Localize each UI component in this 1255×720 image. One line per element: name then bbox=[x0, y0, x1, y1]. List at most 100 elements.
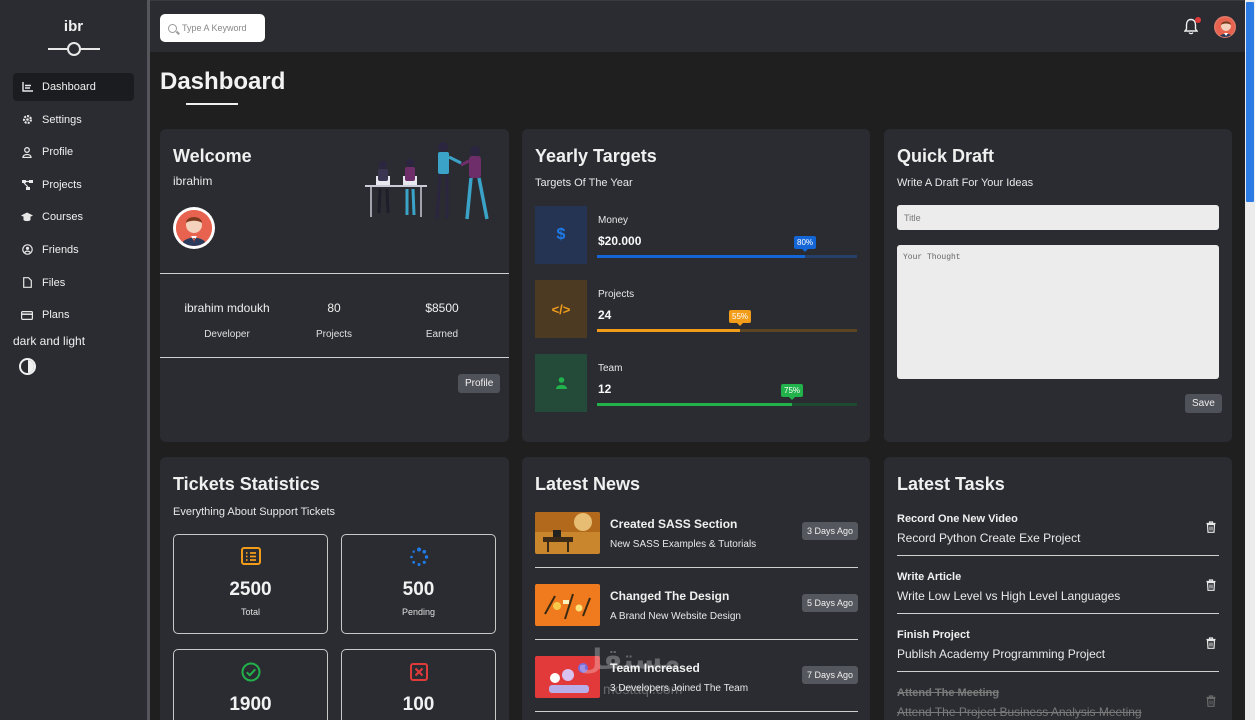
tasks-title: Latest Tasks bbox=[897, 474, 1005, 494]
bell-icon[interactable] bbox=[1183, 17, 1201, 36]
sidebar-border bbox=[147, 0, 150, 720]
stat-label: Developer bbox=[204, 329, 250, 340]
task-desc: Publish Academy Programming Project bbox=[897, 647, 1106, 661]
save-button[interactable]: Save bbox=[1185, 394, 1222, 413]
stat-value: $8500 bbox=[425, 301, 459, 315]
welcome-card: Welcome ibrahim ibrahim mdoukh Developer… bbox=[160, 129, 509, 442]
profile-button[interactable]: Profile bbox=[458, 374, 501, 393]
theme-toggle-icon[interactable] bbox=[19, 358, 36, 375]
trash-icon[interactable] bbox=[1206, 694, 1216, 707]
sidebar-item-friends[interactable]: Friends bbox=[13, 236, 134, 264]
ticket-value: 100 bbox=[402, 694, 435, 715]
trash-icon[interactable] bbox=[1206, 578, 1216, 591]
sidebar-item-label: Plans bbox=[42, 309, 70, 322]
check-circle-icon bbox=[174, 662, 327, 684]
news-divider bbox=[535, 711, 858, 712]
news-divider bbox=[535, 567, 858, 568]
target-label: Team bbox=[598, 363, 623, 374]
news-date-badge: 5 Days Ago bbox=[801, 594, 858, 612]
task-title: Record One New Video bbox=[897, 513, 1018, 525]
trash-icon[interactable] bbox=[1206, 520, 1216, 533]
file-icon bbox=[21, 277, 33, 289]
target-percent-badge: 80% bbox=[793, 236, 817, 252]
sidebar-item-profile[interactable]: Profile bbox=[13, 138, 134, 166]
sidebar-item-label: Dashboard bbox=[42, 81, 96, 93]
task-item: Write Article Write Low Level vs High Le… bbox=[897, 571, 1219, 629]
page-scrollbar[interactable] bbox=[1245, 0, 1255, 720]
target-row-projects: </> Projects 24 55% bbox=[535, 280, 858, 340]
sidebar-item-courses[interactable]: Courses bbox=[13, 203, 134, 231]
ticket-value: 2500 bbox=[229, 579, 272, 600]
task-title: Finish Project bbox=[897, 629, 970, 641]
watermark: مستقل mostaql.com bbox=[548, 635, 718, 705]
chart-line-icon bbox=[21, 81, 33, 93]
sidebar-item-label: Settings bbox=[42, 113, 82, 126]
search-box[interactable] bbox=[160, 14, 265, 42]
ticket-value: 1900 bbox=[229, 694, 272, 715]
sidebar-item-dashboard[interactable]: Dashboard bbox=[13, 73, 134, 101]
sidebar-item-files[interactable]: Files bbox=[13, 269, 134, 297]
news-title: Latest News bbox=[535, 474, 641, 494]
sidebar-item-plans[interactable]: Plans bbox=[13, 301, 134, 329]
news-item-title: Changed The Design bbox=[610, 589, 730, 603]
sidebar-item-settings[interactable]: Settings bbox=[13, 106, 134, 134]
trash-icon[interactable] bbox=[1206, 636, 1216, 649]
welcome-avatar bbox=[173, 207, 215, 249]
list-icon bbox=[174, 547, 327, 569]
logo-mark-icon bbox=[48, 42, 100, 56]
draft-text-input[interactable] bbox=[897, 245, 1219, 379]
page-title: Dashboard bbox=[160, 68, 286, 95]
news-item[interactable]: Created SASS Section New SASS Examples &… bbox=[535, 512, 858, 584]
task-desc: Attend The Project Business Analysis Mee… bbox=[897, 705, 1142, 719]
ticket-stat-closed: 1900 bbox=[173, 649, 328, 720]
ticket-label: Total bbox=[240, 607, 260, 617]
sidebar-item-label: Courses bbox=[42, 211, 83, 224]
welcome-divider-top bbox=[160, 273, 509, 274]
stat-label: Projects bbox=[315, 329, 353, 340]
ticket-label: Pending bbox=[401, 607, 436, 617]
target-value: 24 bbox=[598, 308, 612, 322]
target-value: $20.000 bbox=[598, 234, 642, 248]
sidebar-item-label: Projects bbox=[42, 178, 82, 191]
welcome-user: ibrahim bbox=[173, 174, 213, 188]
task-item: Finish Project Publish Academy Programmi… bbox=[897, 629, 1219, 687]
yearly-targets-card: Yearly Targets Targets Of The Year $ Mon… bbox=[522, 129, 870, 442]
graduation-cap-icon bbox=[21, 211, 33, 223]
draft-title: Quick Draft bbox=[897, 146, 995, 166]
target-percent-badge: 75% bbox=[780, 384, 804, 400]
scrollbar-thumb[interactable] bbox=[1246, 2, 1254, 202]
topbar bbox=[150, 0, 1245, 52]
ticket-stat-deleted: 100 bbox=[341, 649, 496, 720]
credit-card-icon bbox=[21, 309, 33, 321]
diagram-project-icon bbox=[21, 179, 33, 191]
target-row-money: $ Money $20.000 80% bbox=[535, 206, 858, 266]
code-icon: </> bbox=[535, 280, 587, 338]
stat-label: Earned bbox=[425, 329, 459, 340]
team-illustration bbox=[363, 141, 503, 223]
target-percent-badge: 55% bbox=[728, 310, 752, 326]
target-progress-fill bbox=[597, 403, 792, 406]
sidebar-item-projects[interactable]: Projects bbox=[13, 171, 134, 199]
user-icon bbox=[535, 354, 587, 412]
search-input[interactable] bbox=[182, 23, 262, 33]
news-item-desc: A Brand New Website Design bbox=[610, 611, 741, 622]
target-row-team: Team 12 75% bbox=[535, 354, 858, 414]
tickets-card: Tickets Statistics Everything About Supp… bbox=[160, 457, 509, 720]
draft-title-input[interactable] bbox=[897, 205, 1219, 230]
news-date-badge: 7 Days Ago bbox=[801, 666, 858, 684]
sidebar-item-label: Profile bbox=[42, 146, 74, 159]
task-item: Record One New Video Record Python Creat… bbox=[897, 513, 1219, 571]
sidebar: ibr Dashboard Settings Profile Projects … bbox=[0, 0, 147, 720]
circle-user-icon bbox=[21, 244, 33, 256]
theme-label: dark and light bbox=[13, 334, 86, 348]
avatar[interactable] bbox=[1214, 16, 1236, 38]
news-thumbnail bbox=[535, 512, 600, 554]
welcome-divider-bottom bbox=[160, 357, 509, 358]
sidebar-logo[interactable]: ibr bbox=[0, 18, 147, 35]
news-item-desc: New SASS Examples & Tutorials bbox=[610, 539, 757, 550]
draft-subtitle: Write A Draft For Your Ideas bbox=[897, 177, 1034, 189]
targets-subtitle: Targets Of The Year bbox=[535, 177, 633, 189]
news-thumbnail bbox=[535, 584, 600, 626]
sidebar-item-label: Files bbox=[42, 276, 66, 289]
target-label: Money bbox=[598, 215, 629, 226]
